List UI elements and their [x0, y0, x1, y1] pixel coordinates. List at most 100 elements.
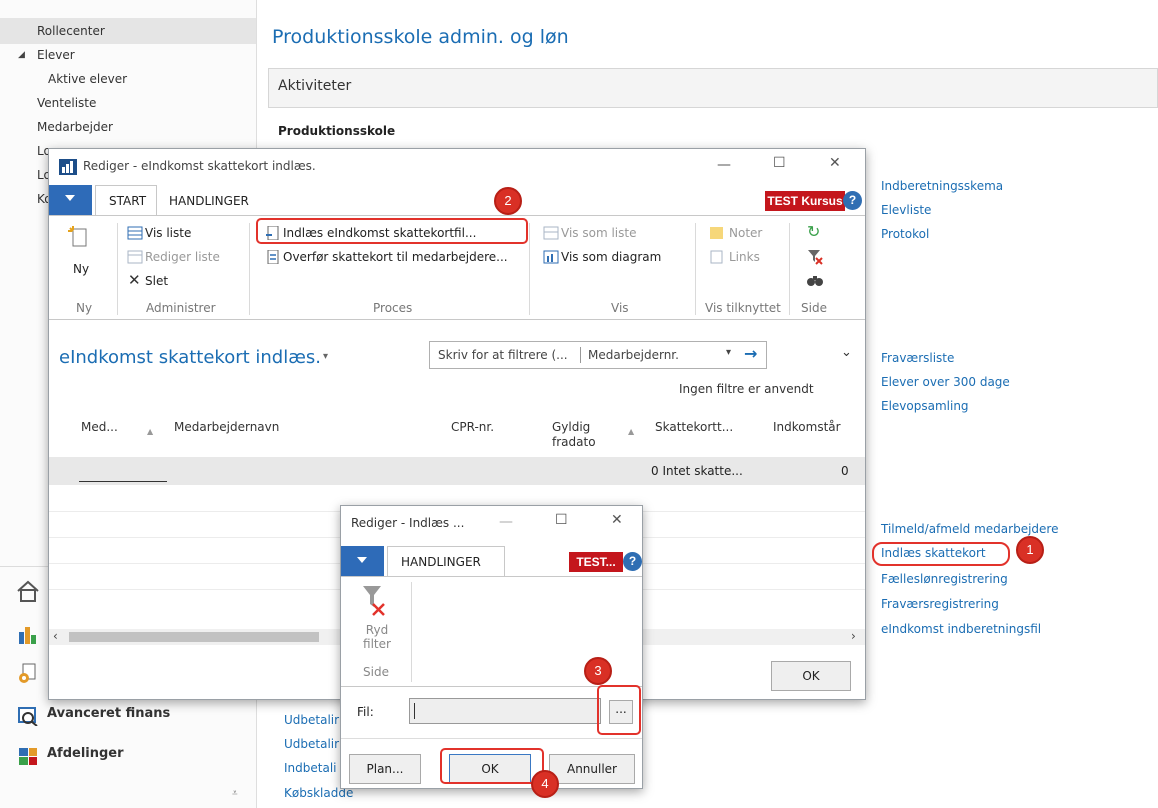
scroll-left-icon[interactable]: ‹: [53, 629, 58, 643]
link-elevliste[interactable]: Elevliste: [881, 203, 931, 217]
group-vis: Vis: [611, 301, 629, 315]
group-vis-tilknyttet: Vis tilknyttet: [705, 301, 781, 315]
col-header-cpr[interactable]: CPR-nr.: [451, 420, 494, 435]
link-elevopsamling[interactable]: Elevopsamling: [881, 399, 969, 413]
filter-apply-arrow-icon[interactable]: →: [744, 344, 757, 363]
plan-button[interactable]: Plan...: [349, 754, 421, 784]
new-doc-icon[interactable]: [67, 225, 91, 249]
dialog-close-button[interactable]: ✕: [611, 512, 623, 528]
sidebar-bottom-avanceret-finans[interactable]: Avanceret finans: [47, 706, 170, 721]
close-button[interactable]: ✕: [829, 155, 841, 171]
ryd-filter-icon[interactable]: [361, 584, 387, 618]
ribbon-sep-3: [529, 223, 530, 315]
row-med-cell[interactable]: [79, 481, 167, 482]
annotation-box-4: [440, 748, 544, 784]
annotation-box-2: [256, 218, 528, 244]
rediger-liste-button[interactable]: Rediger liste: [145, 249, 220, 265]
link-udbetaling-2[interactable]: Udbetalir: [284, 737, 339, 751]
vis-som-liste-button[interactable]: Vis som liste: [561, 225, 636, 241]
activities-title: Aktiviteter: [278, 78, 352, 94]
filter-input[interactable]: Skriv for at filtrere (...: [438, 348, 568, 362]
slet-button[interactable]: Slet: [145, 273, 168, 289]
sidebar-item-medarbejder[interactable]: Medarbejder: [0, 115, 256, 139]
col-header-indkomstaar[interactable]: Indkomstår: [773, 420, 841, 435]
dialog-minimize-button[interactable]: —: [499, 514, 513, 530]
annotation-box-3: [597, 685, 641, 735]
link-indbetaling[interactable]: Indbetali: [284, 761, 337, 775]
departments-icon[interactable]: [17, 745, 39, 767]
help-icon[interactable]: ?: [843, 191, 862, 210]
fil-label: Fil:: [357, 705, 374, 719]
ribbon-sep-4: [695, 223, 696, 315]
col-header-skattekort[interactable]: Skattekortt...: [655, 420, 733, 435]
fil-input[interactable]: [409, 698, 601, 724]
settings-doc-icon[interactable]: [17, 662, 39, 684]
annotation-badge-1: 1: [1016, 536, 1044, 564]
vis-som-diagram-button[interactable]: Vis som diagram: [561, 249, 661, 265]
dialog-maximize-button[interactable]: ☐: [555, 512, 568, 528]
filter-field-select[interactable]: Medarbejdernr.: [588, 348, 679, 362]
dropdown-triangle-icon: [65, 195, 75, 201]
filter-field-dropdown-icon[interactable]: ▾: [726, 347, 731, 358]
scroll-right-icon[interactable]: ›: [851, 629, 856, 643]
annuller-button[interactable]: Annuller: [549, 754, 635, 784]
tab-start[interactable]: START: [109, 186, 146, 216]
sidebar-item-aktive-elever[interactable]: Aktive elever: [0, 67, 256, 91]
sidebar-item-venteliste[interactable]: Venteliste: [0, 91, 256, 115]
main-ok-button[interactable]: OK: [771, 661, 851, 691]
noter-button[interactable]: Noter: [729, 225, 762, 241]
link-eindkomst-indberetningsfil[interactable]: eIndkomst indberetningsfil: [881, 622, 1041, 636]
dialog-tab-handlinger[interactable]: HANDLINGER: [401, 547, 481, 577]
vis-liste-icon: [127, 226, 143, 240]
heading-dropdown-icon[interactable]: ▾: [323, 351, 328, 362]
sidebar-item-elever[interactable]: Elever: [0, 43, 256, 67]
annotation-badge-4: 4: [531, 770, 559, 798]
link-tilmeld-afmeld[interactable]: Tilmeld/afmeld medarbejdere: [881, 522, 1058, 536]
group-proces: Proces: [373, 301, 413, 315]
link-protokol[interactable]: Protokol: [881, 227, 929, 241]
dialog-test-label: TEST...: [569, 552, 623, 572]
col-header-med[interactable]: Med...: [81, 420, 118, 435]
sort-asc-icon-1: ▲: [147, 427, 154, 436]
group-administrer: Administrer: [146, 301, 216, 315]
rediger-liste-icon: [127, 250, 143, 264]
dialog-menu-button[interactable]: [341, 546, 384, 576]
maximize-button[interactable]: ☐: [773, 155, 786, 171]
col-header-medarbejdernavn[interactable]: Medarbejdernavn: [174, 420, 279, 435]
minimize-button[interactable]: —: [717, 157, 731, 173]
link-fravaersregistrering[interactable]: Fraværsregistrering: [881, 597, 999, 611]
dialog-help-icon[interactable]: ?: [623, 552, 642, 571]
app-menu-button[interactable]: [49, 185, 92, 215]
find-binoculars-icon[interactable]: [807, 273, 823, 287]
no-filters-text: Ingen filtre er anvendt: [679, 382, 814, 396]
activities-panel: [268, 68, 1158, 108]
refresh-icon[interactable]: ↻: [807, 223, 820, 241]
link-udbetaling-1[interactable]: Udbetalir: [284, 713, 339, 727]
link-indberetningsskema[interactable]: Indberetningsskema: [881, 179, 1003, 193]
sidebar-collapse-icon[interactable]: ⩡: [232, 788, 238, 799]
filter-box[interactable]: Skriv for at filtrere (... Medarbejdernr…: [429, 341, 767, 369]
ribbon-sep-1: [117, 223, 118, 315]
clear-filter-icon[interactable]: [807, 249, 823, 265]
home-icon[interactable]: [16, 580, 40, 602]
sidebar-item-rollecenter[interactable]: Rollecenter: [0, 19, 256, 43]
scroll-thumb[interactable]: [69, 632, 319, 642]
vis-liste-button[interactable]: Vis liste: [145, 225, 191, 241]
ny-button[interactable]: Ny: [73, 261, 89, 277]
app-logo-icon: [59, 159, 77, 175]
expand-filter-chevron-icon[interactable]: ⌄: [841, 345, 852, 360]
overfoer-skattekort-button[interactable]: Overfør skattekort til medarbejdere...: [283, 249, 508, 265]
link-fravaersliste[interactable]: Fraværsliste: [881, 351, 954, 365]
chart-icon[interactable]: [17, 624, 39, 644]
tab-handlinger[interactable]: HANDLINGER: [169, 186, 249, 216]
vis-som-diagram-icon: [543, 250, 559, 264]
ryd-filter-button[interactable]: Ryd filter: [359, 623, 395, 651]
ribbon-bottom-border: [49, 319, 865, 320]
link-elever-over-300-dage[interactable]: Elever over 300 dage: [881, 375, 1010, 389]
link-faelleslonregistrering[interactable]: Fælleslønregistrering: [881, 572, 1008, 586]
links-button[interactable]: Links: [729, 249, 760, 265]
table-row[interactable]: 0 Intet skatte... 0: [49, 457, 865, 485]
finance-icon[interactable]: [17, 706, 39, 727]
sidebar-bottom-afdelinger[interactable]: Afdelinger: [47, 746, 124, 761]
col-header-gyldig-fradato[interactable]: Gyldig fradato: [552, 420, 612, 450]
